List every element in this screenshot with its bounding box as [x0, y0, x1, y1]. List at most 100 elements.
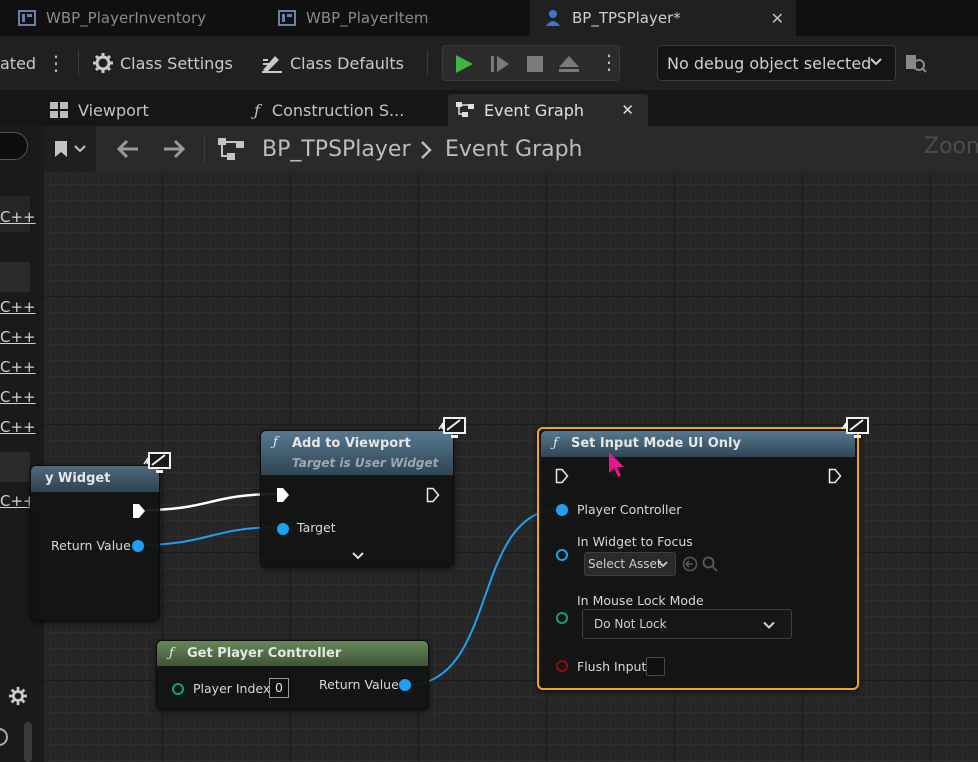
- document-tab-bar: WBP_PlayerInventory WBP_PlayerItem BP_TP…: [0, 0, 978, 36]
- panel-section-header: [0, 262, 30, 292]
- blueprint-toolbar: ated ⋮ Class Settings Class Defaults ⋮ N…: [0, 36, 978, 90]
- tab-wbp-player-item[interactable]: WBP_PlayerItem: [268, 0, 530, 36]
- forward-arrow-icon[interactable]: [162, 139, 186, 159]
- debug-object-select[interactable]: No debug object selected: [657, 45, 896, 81]
- return-value-pin[interactable]: [132, 540, 144, 552]
- flush-input-pin[interactable]: [556, 660, 568, 672]
- get-player-controller-node[interactable]: ƒ Get Player Controller Player Index 0 R…: [156, 640, 429, 710]
- editor-tab-bar: Viewport ƒ Construction S... Event Graph…: [0, 90, 978, 126]
- return-value-label: Return Value: [51, 538, 131, 553]
- player-controller-pin[interactable]: [556, 504, 568, 516]
- find-debug-object-icon[interactable]: [904, 52, 928, 76]
- panel-section-header: [0, 452, 30, 482]
- tab-construction-script[interactable]: ƒ Construction S...: [254, 94, 444, 126]
- mouse-cursor-icon: [609, 452, 624, 477]
- breadcrumb-blueprint[interactable]: BP_TPSPlayer: [262, 126, 411, 172]
- search-icon[interactable]: [702, 556, 718, 572]
- create-widget-node[interactable]: y Widget Return Value: [30, 465, 160, 621]
- function-icon: ƒ: [254, 100, 260, 120]
- bookmark-icon: [55, 141, 67, 157]
- mouse-lock-mode-select[interactable]: Do Not Lock: [582, 609, 792, 639]
- toolbar-divider: [427, 50, 428, 76]
- select-asset-value: Select Asset: [588, 557, 662, 571]
- node-subtitle: Target is User Widget: [292, 456, 439, 470]
- chevron-down-icon: [658, 561, 668, 568]
- node-title: Get Player Controller: [187, 646, 342, 661]
- close-tab-icon[interactable]: ✕: [771, 9, 784, 28]
- player-index-input[interactable]: 0: [269, 678, 289, 698]
- play-options-icon[interactable]: ⋮: [599, 50, 619, 74]
- more-options-icon[interactable]: ⋮: [46, 36, 66, 90]
- play-icon[interactable]: [453, 53, 475, 75]
- exec-in-pin[interactable]: [555, 468, 569, 484]
- exec-in-pin[interactable]: [276, 487, 290, 503]
- gear-icon: [8, 686, 28, 706]
- chevron-down-icon[interactable]: [352, 551, 364, 561]
- tab-event-graph[interactable]: Event Graph ✕: [448, 94, 648, 126]
- set-input-mode-ui-only-node[interactable]: ƒ Set Input Mode UI Only Player Controll…: [537, 427, 859, 690]
- compile-status-label[interactable]: ated: [0, 36, 36, 90]
- tab-label: Construction S...: [271, 100, 405, 120]
- node-header: ƒ Set Input Mode UI Only: [541, 431, 855, 457]
- tab-bp-tpsplayer[interactable]: BP_TPSPlayer* ✕: [530, 0, 796, 36]
- class-settings-label: Class Settings: [120, 53, 233, 73]
- exec-out-pin[interactable]: [132, 503, 146, 519]
- use-selected-asset-icon[interactable]: [682, 556, 698, 572]
- cpp-label: C++: [0, 328, 36, 346]
- stop-icon[interactable]: [525, 54, 545, 74]
- bookmark-button[interactable]: [44, 126, 96, 172]
- cpp-label: C++: [0, 418, 36, 436]
- widget-to-focus-pin[interactable]: [556, 549, 568, 561]
- tab-label: WBP_PlayerInventory: [46, 9, 206, 27]
- eject-icon[interactable]: [557, 53, 581, 75]
- client-only-icon: [438, 417, 466, 438]
- cpp-label: C++: [0, 208, 36, 226]
- client-only-icon: [841, 417, 869, 438]
- panel-settings-button[interactable]: [0, 682, 44, 712]
- target-label: Target: [297, 520, 336, 535]
- tab-wbp-player-inventory[interactable]: WBP_PlayerInventory: [0, 0, 268, 36]
- tab-viewport[interactable]: Viewport: [48, 94, 244, 126]
- play-controls: ⋮: [442, 45, 620, 81]
- advance-frame-icon[interactable]: [489, 53, 511, 75]
- event-graph-icon: [218, 138, 244, 160]
- panel-scrollbar[interactable]: [24, 722, 32, 762]
- class-settings-button[interactable]: Class Settings: [92, 36, 233, 90]
- tab-label: BP_TPSPlayer*: [572, 9, 681, 27]
- client-only-icon: [143, 452, 171, 473]
- widget-blueprint-icon: [18, 10, 36, 26]
- chevron-down-icon: [74, 145, 86, 153]
- close-tab-icon[interactable]: ✕: [621, 101, 634, 119]
- visibility-icon[interactable]: [0, 728, 8, 746]
- class-defaults-label: Class Defaults: [290, 53, 404, 73]
- node-title: Set Input Mode UI Only: [571, 436, 741, 451]
- mouse-lock-mode-pin[interactable]: [556, 612, 568, 624]
- player-index-label: Player Index: [193, 681, 271, 696]
- flush-input-checkbox[interactable]: [646, 657, 665, 676]
- search-input[interactable]: [0, 132, 28, 160]
- back-arrow-icon[interactable]: [116, 139, 140, 159]
- debug-object-value: No debug object selected: [667, 53, 872, 73]
- exec-out-pin[interactable]: [426, 487, 440, 503]
- breadcrumb-graph[interactable]: Event Graph: [445, 126, 583, 172]
- tab-label: WBP_PlayerItem: [306, 9, 429, 27]
- player-index-pin[interactable]: [172, 683, 184, 695]
- my-blueprint-panel: C++ C++ C++ C++ C++ C++ C++: [0, 126, 44, 762]
- mouse-lock-mode-label: In Mouse Lock Mode: [577, 593, 704, 608]
- select-asset-combo[interactable]: Select Asset: [584, 552, 676, 576]
- cpp-label: C++: [0, 298, 36, 316]
- class-defaults-button[interactable]: Class Defaults: [260, 36, 404, 90]
- target-pin[interactable]: [277, 523, 289, 535]
- tab-label: Event Graph: [484, 100, 584, 120]
- breadcrumb-separator-icon: [421, 141, 432, 159]
- class-defaults-icon: [262, 56, 282, 73]
- add-to-viewport-node[interactable]: ƒ Add to Viewport Target is User Widget …: [260, 430, 454, 567]
- chevron-down-icon: [870, 58, 882, 66]
- return-value-pin[interactable]: [399, 679, 411, 691]
- gear-icon: [93, 53, 113, 73]
- function-icon: ƒ: [553, 436, 558, 451]
- exec-out-pin[interactable]: [828, 468, 842, 484]
- blueprint-editor: WBP_PlayerInventory WBP_PlayerItem BP_TP…: [0, 0, 978, 762]
- chevron-down-icon: [763, 621, 775, 629]
- mouse-lock-mode-value: Do Not Lock: [594, 617, 667, 631]
